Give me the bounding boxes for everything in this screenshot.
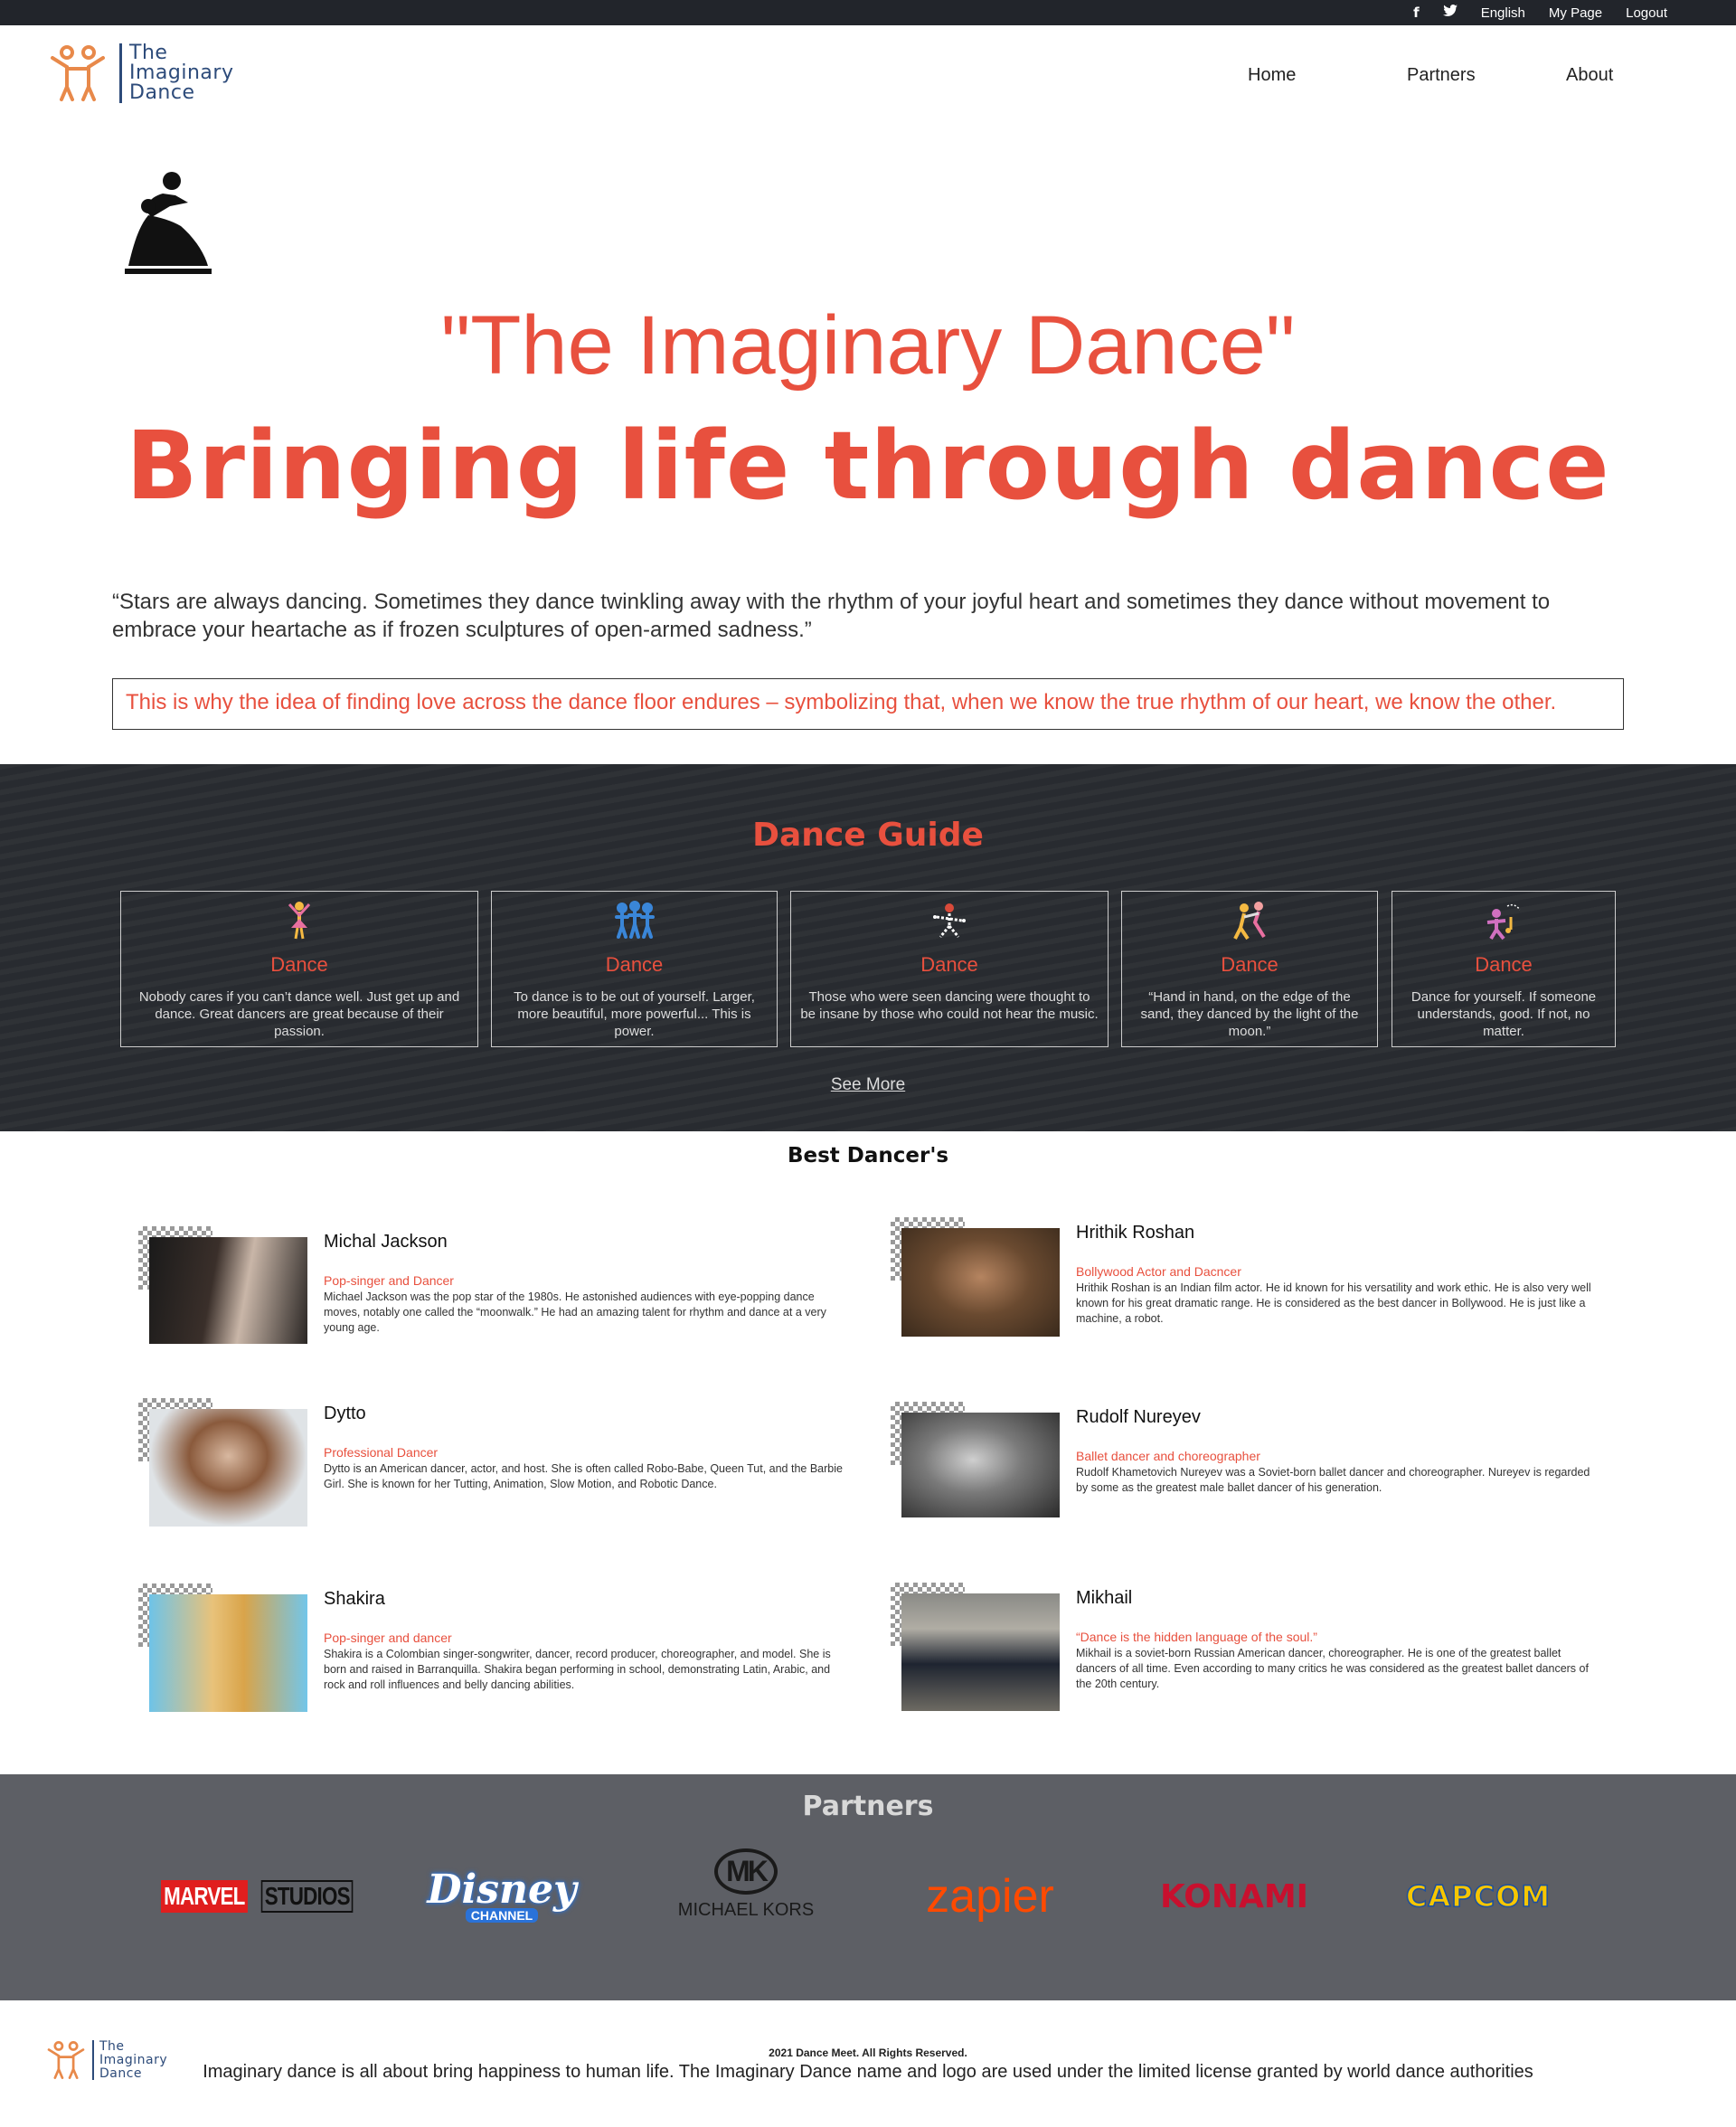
see-more-link[interactable]: See More bbox=[0, 1075, 1736, 1095]
dancer-description: Mikhail is a soviet-born Russian America… bbox=[1076, 1647, 1589, 1690]
marvel-studios-logo[interactable]: MARVEL STUDIOS bbox=[161, 1860, 354, 1933]
group-dance-icon bbox=[492, 901, 777, 941]
guide-card-title: Dance bbox=[920, 953, 978, 976]
konami-text: KONAMI bbox=[1159, 1877, 1309, 1915]
guide-card-text: Nobody cares if you can’t dance well. Ju… bbox=[138, 989, 460, 1039]
dancer-description: Rudolf Khametovich Nureyev was a Soviet-… bbox=[1076, 1466, 1590, 1494]
dancer-name: Dytto bbox=[324, 1404, 366, 1423]
channel-text: CHANNEL bbox=[465, 1908, 539, 1923]
nav-partners[interactable]: Partners bbox=[1407, 65, 1476, 86]
logo-divider bbox=[119, 43, 122, 103]
guide-card[interactable]: Dance Those who were seen dancing were t… bbox=[790, 891, 1109, 1047]
language-link[interactable]: English bbox=[1481, 5, 1525, 21]
twitter-icon[interactable] bbox=[1442, 5, 1458, 21]
zapier-logo[interactable]: zapier bbox=[913, 1860, 1067, 1933]
guide-card-text: Dance for yourself. If someone understan… bbox=[1410, 989, 1597, 1039]
footer-text: Imaginary dance is all about bring happi… bbox=[203, 2062, 1533, 2082]
dancer-role: Pop-singer and dancer bbox=[324, 1631, 452, 1645]
michael-kors-logo[interactable]: MK MICHAEL KORS bbox=[660, 1848, 832, 1921]
dancer-photo bbox=[901, 1593, 1060, 1711]
disney-channel-logo[interactable]: Disney CHANNEL bbox=[425, 1860, 579, 1933]
nav-about[interactable]: About bbox=[1566, 65, 1613, 86]
dancer-role: Ballet dancer and choreographer bbox=[1076, 1449, 1260, 1463]
capcom-logo[interactable]: CAPCOM bbox=[1401, 1860, 1555, 1933]
top-bar: f English My Page Logout bbox=[0, 0, 1736, 25]
hero-title: "The Imaginary Dance" bbox=[440, 299, 1296, 392]
dancer-name: Mikhail bbox=[1076, 1588, 1133, 1608]
dancer-description: Dytto is an American dancer, actor, and … bbox=[324, 1462, 843, 1490]
hero-subtitle: Bringing life through dance bbox=[126, 411, 1610, 521]
guide-card-title: Dance bbox=[1475, 953, 1533, 976]
nav-home[interactable]: Home bbox=[1248, 65, 1296, 86]
best-dancers-title: Best Dancer's bbox=[787, 1144, 949, 1167]
guide-card[interactable]: Dance To dance is to be out of yourself.… bbox=[491, 891, 778, 1047]
logo-wordmark: The Imaginary Dance bbox=[129, 42, 234, 104]
marvel-text: MARVEL bbox=[161, 1880, 249, 1913]
dancer-description: Michael Jackson was the pop star of the … bbox=[324, 1290, 826, 1334]
logout-link[interactable]: Logout bbox=[1626, 5, 1667, 21]
highlight-box: This is why the idea of finding love acr… bbox=[112, 678, 1624, 730]
breakdance-icon bbox=[791, 901, 1108, 941]
dancer-photo bbox=[149, 1237, 307, 1344]
dancer-card[interactable]: Dytto Professional Dancer Dytto is an Am… bbox=[138, 1398, 862, 1534]
konami-logo[interactable]: KONAMI bbox=[1157, 1860, 1311, 1933]
dancer-card[interactable]: Hrithik Roshan Bollywood Actor and Dacnc… bbox=[891, 1217, 1614, 1353]
dancer-card[interactable]: Rudolf Nureyev Ballet dancer and choreog… bbox=[891, 1402, 1614, 1537]
guide-card[interactable]: Dance Dance for yourself. If someone und… bbox=[1392, 891, 1616, 1047]
disney-text: Disney bbox=[427, 1867, 577, 1913]
facebook-icon[interactable]: f bbox=[1413, 5, 1420, 21]
dance-guide-title: Dance Guide bbox=[752, 817, 984, 854]
hero-quote: “Stars are always dancing. Sometimes the… bbox=[112, 590, 1551, 642]
ballerina-icon bbox=[121, 901, 477, 941]
michael-kors-text: MICHAEL KORS bbox=[677, 1900, 815, 1920]
guide-card[interactable]: Dance “Hand in hand, on the edge of the … bbox=[1121, 891, 1378, 1047]
guide-card-title: Dance bbox=[1221, 953, 1278, 976]
dancer-name: Michal Jackson bbox=[324, 1232, 448, 1252]
guide-card-title: Dance bbox=[270, 953, 328, 976]
couple-dance-icon bbox=[1122, 901, 1377, 941]
guide-card-text: “Hand in hand, on the edge of the sand, … bbox=[1140, 989, 1359, 1039]
dancer-description: Shakira is a Colombian singer-songwriter… bbox=[324, 1648, 831, 1691]
dancer-role: Professional Dancer bbox=[324, 1445, 439, 1460]
dancers-logo-icon bbox=[47, 42, 108, 105]
zapier-text: zapier bbox=[926, 1870, 1054, 1923]
music-dance-icon bbox=[1392, 901, 1615, 941]
dancer-card[interactable]: Shakira Pop-singer and dancer Shakira is… bbox=[138, 1583, 862, 1719]
dancer-name: Shakira bbox=[324, 1589, 385, 1609]
partners-title: Partners bbox=[802, 1791, 934, 1822]
guide-card-text: Those who were seen dancing were thought… bbox=[800, 989, 1099, 1022]
mk-circle: MK bbox=[714, 1848, 778, 1895]
dancer-name: Rudolf Nureyev bbox=[1076, 1407, 1201, 1427]
partners-section: Partners MARVEL STUDIOS Disney CHANNEL M… bbox=[0, 1774, 1736, 2000]
guide-card-text: To dance is to be out of yourself. Large… bbox=[514, 989, 755, 1039]
my-page-link[interactable]: My Page bbox=[1549, 5, 1602, 21]
guide-card[interactable]: Dance Nobody cares if you can’t dance we… bbox=[120, 891, 478, 1047]
dancer-photo bbox=[901, 1413, 1060, 1517]
dance-guide-section: Dance Guide Dance Nobody cares if you ca… bbox=[0, 764, 1736, 1131]
dancing-couple-icon bbox=[121, 170, 215, 279]
dancer-card[interactable]: Mikhail “Dance is the hidden language of… bbox=[891, 1583, 1614, 1718]
footer-copyright: 2021 Dance Meet. All Rights Reserved. bbox=[769, 2047, 967, 2059]
dancer-photo bbox=[149, 1594, 307, 1712]
guide-card-title: Dance bbox=[605, 953, 664, 976]
capcom-text: CAPCOM bbox=[1405, 1878, 1552, 1914]
dancer-photo bbox=[901, 1228, 1060, 1337]
dancer-name: Hrithik Roshan bbox=[1076, 1223, 1195, 1243]
dancer-card[interactable]: Michal Jackson Pop-singer and Dancer Mic… bbox=[138, 1226, 862, 1362]
dancer-role: “Dance is the hidden language of the sou… bbox=[1076, 1630, 1317, 1644]
site-logo[interactable]: The Imaginary Dance bbox=[47, 38, 248, 109]
studios-text: STUDIOS bbox=[260, 1880, 354, 1913]
mk-text: MK bbox=[726, 1855, 769, 1887]
dancer-photo bbox=[149, 1409, 307, 1527]
dancer-description: Hrithik Roshan is an Indian film actor. … bbox=[1076, 1281, 1591, 1325]
dancer-role: Pop-singer and Dancer bbox=[324, 1273, 454, 1288]
dancer-role: Bollywood Actor and Dacncer bbox=[1076, 1264, 1241, 1279]
